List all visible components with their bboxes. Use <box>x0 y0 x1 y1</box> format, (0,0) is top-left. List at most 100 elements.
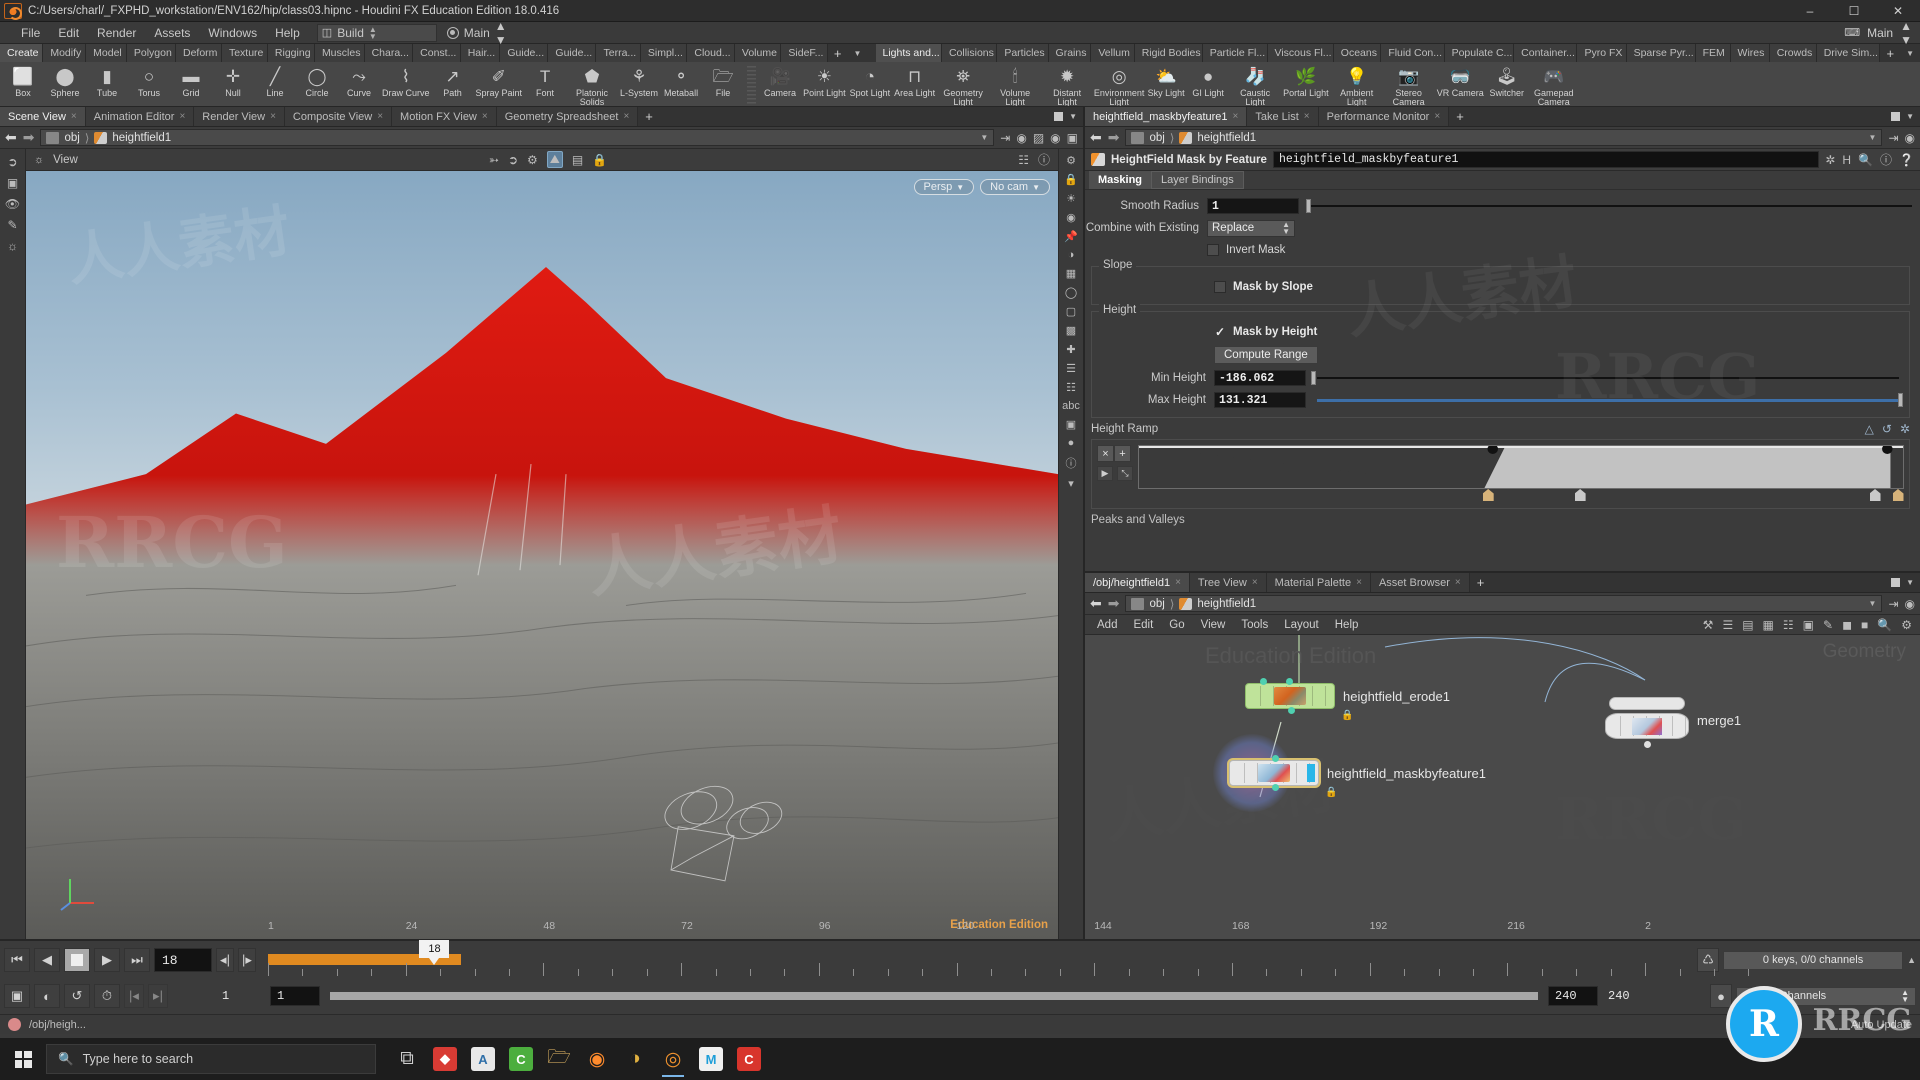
mask-by-slope-row[interactable]: Mask by Slope <box>1214 281 1313 293</box>
shelf-tab-14[interactable]: Simpl... <box>640 44 688 62</box>
close-tab-icon[interactable]: × <box>377 111 383 122</box>
range-slider[interactable] <box>330 992 1538 1000</box>
lock-icon-maskbyfeature[interactable]: 🔒 <box>1325 787 1337 798</box>
back-icon[interactable]: ⬅ <box>5 129 17 146</box>
lock-icon[interactable]: 🔒 <box>592 153 607 167</box>
menu-item-render[interactable]: Render <box>88 23 145 43</box>
shelf-tool-switcher-icon[interactable]: 🕹 Switcher <box>1486 64 1528 106</box>
shelf-tool-volume-light-icon[interactable]: 🕯 Volume Light <box>989 64 1041 106</box>
close-tab-icon[interactable]: × <box>1233 111 1239 122</box>
mask-by-height-row[interactable]: ✓ Mask by Height <box>1214 325 1317 339</box>
shelf-tab-r-5[interactable]: Rigid Bodies <box>1134 44 1203 62</box>
display-flag-icon[interactable]: ▨ <box>1033 131 1044 145</box>
tab-render-view[interactable]: Render View × <box>194 107 285 126</box>
add-tab-button-params[interactable]: + <box>1449 107 1471 126</box>
ramp-key-2[interactable] <box>1574 489 1586 501</box>
close-tab-icon[interactable]: × <box>1304 111 1310 122</box>
shelf-tab-15[interactable]: Cloud... <box>687 44 735 62</box>
ramp-expand-button[interactable]: ⤡ <box>1117 466 1133 481</box>
stop-button[interactable] <box>64 948 90 972</box>
ramp-delete-key-button[interactable]: × <box>1097 445 1114 462</box>
next-key-button[interactable]: |▸ <box>238 948 256 972</box>
display-options-icon[interactable]: ⚙ <box>1066 154 1076 167</box>
ramp-curve-canvas[interactable] <box>1138 445 1904 489</box>
ghost-icon[interactable]: ◯ <box>1065 286 1077 299</box>
node-output-merge[interactable] <box>1644 741 1651 748</box>
shelf-tool-gamepad-camera-icon[interactable]: 🎮 Gamepad Camera <box>1528 64 1580 106</box>
net-sync-icon[interactable]: ◉ <box>1905 597 1915 611</box>
uv-icon[interactable]: ▩ <box>1066 324 1076 337</box>
app-nuke[interactable]: ◑ <box>618 1040 652 1078</box>
smooth-radius-input[interactable]: 1 <box>1207 198 1299 214</box>
network-canvas[interactable]: Education Edition Geometry heightfield_e… <box>1085 635 1920 939</box>
add-tab-button[interactable]: + <box>638 107 660 126</box>
current-frame-field[interactable]: 18 <box>154 948 212 972</box>
ramp-key-1[interactable] <box>1482 489 1494 501</box>
handles-tool-icon[interactable]: ▣ <box>7 176 18 190</box>
param-back-icon[interactable]: ⬅ <box>1090 129 1102 146</box>
smooth-radius-slider[interactable] <box>1302 198 1918 214</box>
auto-key-icon[interactable]: ♺ <box>1697 948 1720 972</box>
handle-icon[interactable]: ✚ <box>1066 343 1075 356</box>
node-flag-bypass[interactable] <box>1307 764 1315 782</box>
info-icon-params[interactable]: ⓘ <box>1880 151 1892 168</box>
shelf-tab-r-2[interactable]: Particles <box>997 44 1049 62</box>
shelf-tab-r-13[interactable]: Sparse Pyr... <box>1626 44 1696 62</box>
close-tab-icon[interactable]: × <box>179 111 185 122</box>
tab-performance-monitor[interactable]: Performance Monitor × <box>1318 107 1450 126</box>
combine-dropdown[interactable]: Replace ▲ ▼ <box>1207 219 1295 237</box>
shelf-tool-spot-light-icon[interactable]: ◔ Spot Light <box>848 64 893 106</box>
chevron-down-icon-net[interactable]: ▼ <box>1906 578 1914 587</box>
shading-icon[interactable]: ◑ <box>1068 249 1075 261</box>
shelf-tool-draw-curve-icon[interactable]: ⌇ Draw Curve <box>380 64 432 106</box>
select-tool-icon[interactable]: ➲ <box>7 155 17 169</box>
path-dropdown-icon[interactable]: ▼ <box>980 133 988 142</box>
shelf-tool-sphere-icon[interactable]: ⬤ Sphere <box>44 64 86 106</box>
tab-asset-browser[interactable]: Asset Browser × <box>1370 573 1470 592</box>
shelf-tool-torus-icon[interactable]: ○ Torus <box>128 64 170 106</box>
range-start-icon[interactable]: |◂ <box>124 984 144 1008</box>
shelf-tool-area-light-icon[interactable]: ⊓ Area Light <box>892 64 937 106</box>
network-menu-tools[interactable]: Tools <box>1233 619 1276 631</box>
help-icon[interactable]: ⓘ <box>1038 151 1050 168</box>
node-body-maskbyfeature[interactable] <box>1229 755 1319 791</box>
app-houdini[interactable]: ◎ <box>656 1040 690 1078</box>
node-input-1-erode[interactable] <box>1286 678 1293 685</box>
grid-snap-network-icon[interactable]: ▦ <box>1763 618 1774 632</box>
parameter-path-field[interactable]: obj ⟩ heightfield1 ▼ <box>1125 129 1883 146</box>
jump-to-start-button[interactable]: ⏮ <box>4 948 30 972</box>
tab-geometry-spreadsheet[interactable]: Geometry Spreadsheet × <box>496 107 639 126</box>
view-tool-icon[interactable]: 👁 <box>5 197 20 211</box>
object-mode-icon[interactable]: ➲ <box>508 153 518 167</box>
min-height-input[interactable]: -186.062 <box>1214 370 1306 386</box>
color-palette-icon[interactable]: ◼ <box>1842 618 1852 632</box>
node-merge1[interactable]: merge1 <box>1605 697 1741 748</box>
chevron-updown-icon-2[interactable]: ▲ ▼ <box>495 19 507 47</box>
param-forward-icon[interactable]: ➡ <box>1108 129 1120 146</box>
playbar-options-icon[interactable]: ◐ <box>34 984 60 1008</box>
height-ramp-editor[interactable]: × + ▶ ⤡ <box>1091 439 1910 509</box>
taskbar-search-input[interactable]: 🔍 Type here to search <box>46 1044 376 1074</box>
chevron-up-icon-keys[interactable]: ▲ <box>1907 955 1916 965</box>
shelf-tab-0[interactable]: Create <box>0 44 44 62</box>
bg-image-icon[interactable]: ▣ <box>1066 418 1076 431</box>
app-red-diamond[interactable]: ◆ <box>428 1040 462 1078</box>
chevron-down-icon-params[interactable]: ▼ <box>1906 112 1914 121</box>
tools-wrench-icon[interactable]: ⚒ <box>1703 618 1714 632</box>
geometry-mode-icon[interactable]: ⚙ <box>527 153 538 167</box>
shelf-tool-point-light-icon[interactable]: ☀ Point Light <box>801 64 848 106</box>
net-back-icon[interactable]: ⬅ <box>1090 595 1102 612</box>
net-pin-icon[interactable]: ⇥ <box>1888 597 1898 611</box>
shelf-tab-menu-left[interactable]: ▼ <box>847 44 867 62</box>
snapshot-tool-icon[interactable]: ☼ <box>7 239 18 253</box>
ramp-play-button[interactable]: ▶ <box>1097 466 1113 481</box>
render-flag-icon[interactable]: ◉ <box>1050 131 1060 145</box>
shelf-tool-caustic-light-icon[interactable]: 🧦 Caustic Light <box>1229 64 1281 106</box>
search-icon-params[interactable]: 🔍 <box>1858 153 1873 167</box>
tab-material-palette[interactable]: Material Palette × <box>1266 573 1371 592</box>
timeline-playhead[interactable]: 18 <box>419 940 450 965</box>
tab-composite-view[interactable]: Composite View × <box>284 107 393 126</box>
measure-icon[interactable]: ☰ <box>1066 362 1076 375</box>
shelf-tool-circle-icon[interactable]: ◯ Circle <box>296 64 338 106</box>
shelf-tab-8[interactable]: Chara... <box>364 44 414 62</box>
